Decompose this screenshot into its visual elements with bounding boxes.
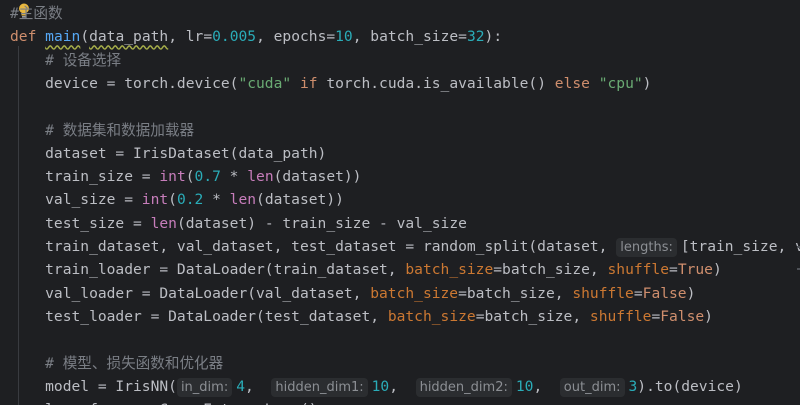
code-token: test_loader = DataLoader(test_dataset, (10, 307, 388, 325)
code-token: False (642, 284, 687, 302)
code-token: 10 (515, 377, 534, 395)
code-token: False (660, 307, 705, 325)
code-token: main (45, 28, 81, 46)
code-line[interactable]: val_loader = DataLoader(val_dataset, bat… (0, 282, 695, 305)
code-token: 0.005 (212, 28, 257, 46)
parameter-hint: hidden_dim2: (415, 377, 512, 397)
code-line[interactable]: model = IrisNN(in_dim: 4, hidden_dim1: 10,… (0, 375, 743, 398)
code-token: ( (185, 168, 195, 186)
parameter-hint: hidden_dim1: (271, 377, 368, 397)
code-token: def (10, 28, 46, 46)
code-token: ) (686, 284, 696, 302)
code-token: "cuda" (238, 74, 292, 92)
code-token: 10 (335, 28, 353, 46)
code-token: shuffle (572, 284, 634, 302)
parameter-hint: out_dim: (559, 377, 625, 397)
code-line[interactable] (0, 328, 10, 351)
code-line[interactable]: train_dataset, val_dataset, test_dataset… (0, 235, 800, 258)
code-token: (dataset)) (256, 191, 344, 209)
code-token: "cpu" (598, 74, 643, 92)
parameter-hint: in_dim: (176, 377, 233, 397)
code-token: shuffle (589, 307, 652, 325)
code-token: model = IrisNN( (10, 377, 177, 395)
code-token: True (677, 261, 713, 279)
code-token: int (141, 191, 169, 209)
code-line[interactable]: train_size = int(0.7 * len(dataset)) (0, 165, 361, 188)
code-token: 32 (466, 28, 485, 46)
code-token: 主函数 (18, 5, 63, 22)
code-token: ) (712, 261, 722, 279)
code-token: len (150, 214, 177, 232)
code-line[interactable]: # 模型、损失函数和优化器 (0, 352, 223, 375)
code-token: train_dataset, val_dataset, test_dataset… (10, 238, 617, 255)
code-token: torch.cuda.is_available() (326, 74, 555, 92)
code-token: =batch_size, (475, 307, 590, 325)
code-token: ): (484, 28, 503, 46)
code-line[interactable]: def main(data_path, lr=0.005, epochs=10,… (0, 25, 502, 48)
code-token: shuffle (607, 261, 670, 279)
code-token: =batch_size, (458, 284, 573, 302)
code-token: batch_size (405, 261, 494, 279)
code-token: val_size = (10, 191, 142, 209)
code-token: , lr= (168, 28, 213, 46)
code-token: ) (642, 74, 652, 92)
code-token: ( (80, 28, 90, 46)
parameter-hint: lengths: (616, 238, 677, 257)
code-token: # (10, 5, 19, 22)
code-token: val_loader = DataLoader(val_dataset, (10, 284, 371, 302)
code-token: # 模型、损失函数和优化器 (10, 354, 224, 372)
code-line[interactable] (0, 95, 10, 118)
code-token: (dataset) - train_size - val_size (176, 214, 467, 232)
code-token: = (669, 261, 678, 279)
code-token: int (159, 168, 186, 186)
code-token: data_path (89, 28, 169, 46)
code-line[interactable]: test_loader = DataLoader(test_dataset, b… (0, 305, 713, 328)
code-token: len (247, 168, 274, 186)
code-line[interactable]: # 设备选择 (0, 49, 121, 72)
code-token: [train_size, val_s (680, 238, 800, 255)
code-token: * (220, 168, 248, 186)
code-token: device = torch.device( (10, 74, 239, 92)
code-token: ) (704, 307, 713, 325)
code-token: batch_size (387, 307, 476, 325)
code-token: 4 (236, 377, 245, 395)
code-token: train_size = (10, 168, 160, 186)
code-line[interactable]: dataset = IrisDataset(data_path) (0, 142, 326, 165)
code-token: 0.2 (176, 191, 204, 209)
code-token: , batch_size= (352, 28, 467, 46)
code-token: loss_fn = nn.CrossEntropyLoss() (10, 401, 317, 405)
code-token: 0.7 (194, 168, 221, 186)
code-line[interactable]: device = torch.device("cuda" if torch.cu… (0, 72, 651, 95)
code-token: ).to(device) (637, 377, 743, 395)
code-line[interactable]: train_loader = DataLoader(train_dataset,… (0, 258, 722, 281)
code-line[interactable]: loss_fn = nn.CrossEntropyLoss() (0, 398, 317, 405)
code-token: = (633, 284, 643, 302)
code-editor[interactable]: #主函数 def main(data_path, lr=0.005, epochs… (0, 0, 800, 405)
code-token: len (229, 191, 257, 209)
code-token: # 数据集和数据加载器 (10, 121, 195, 139)
code-token: , epochs= (256, 28, 336, 46)
code-token: , (533, 377, 560, 395)
code-token: 3 (628, 377, 638, 395)
code-token: 10 (371, 377, 390, 395)
code-token: else (554, 74, 599, 92)
code-line[interactable]: test_size = len(dataset) - train_size - … (0, 212, 467, 235)
code-token: , (389, 377, 416, 395)
code-token: ( (168, 191, 177, 209)
code-token: dataset = IrisDataset(data_path) (10, 144, 327, 162)
code-token: =batch_size, (493, 261, 608, 279)
code-line[interactable]: #主函数 (0, 2, 63, 25)
code-token: , (245, 377, 272, 395)
code-token: * (203, 191, 230, 209)
code-token: # 设备选择 (10, 51, 122, 69)
code-token: train_loader = DataLoader(train_dataset, (10, 261, 406, 279)
code-token: test_size = (10, 214, 151, 232)
code-token: = (651, 307, 661, 325)
code-token: batch_size (370, 284, 459, 302)
code-line[interactable]: val_size = int(0.2 * len(dataset)) (0, 188, 344, 211)
code-line[interactable]: # 数据集和数据加载器 (0, 119, 194, 142)
code-token: (dataset)) (273, 168, 362, 186)
code-token: if (291, 74, 327, 92)
